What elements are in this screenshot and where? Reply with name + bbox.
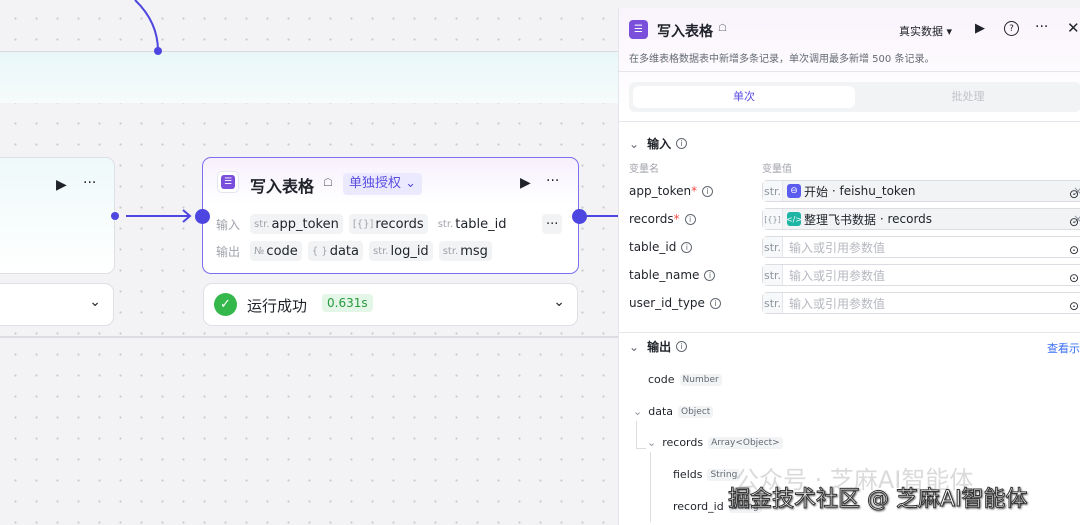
- table-icon: ☰: [217, 171, 239, 193]
- node-title: 写入表格: [250, 177, 315, 196]
- run-icon[interactable]: ▶: [520, 175, 531, 191]
- data-mode-label: 真实数据: [899, 25, 943, 38]
- node-detail-panel: ☰ 写入表格 ☖ 真实数据 ▾ ▶ ? ··· ✕ 在多维表格数据表中新增多条记…: [618, 8, 1080, 525]
- info-icon: i: [702, 185, 714, 197]
- connection-line: [587, 215, 618, 217]
- input-tag: [{}] records: [348, 214, 428, 234]
- more-icon[interactable]: ···: [1035, 19, 1048, 35]
- previous-node-status[interactable]: ⌄: [0, 283, 114, 326]
- output-section-header[interactable]: ⌄ 输出 i: [629, 338, 688, 355]
- field-label: app_token * i: [629, 184, 714, 198]
- info-icon: i: [676, 138, 688, 149]
- data-mode-dropdown[interactable]: 真实数据 ▾: [899, 23, 952, 39]
- output-item: code Number: [648, 373, 722, 386]
- output-item[interactable]: ⌄ data Object: [633, 405, 714, 418]
- output-label: 输出: [216, 244, 241, 259]
- output-tag: № code: [250, 241, 302, 261]
- info-icon: i: [676, 341, 688, 352]
- column-header-value: 变量值: [762, 164, 792, 175]
- more-icon[interactable]: ···: [83, 175, 96, 191]
- run-time-badge: 0.631s: [322, 294, 373, 312]
- panel-description: 在多维表格数据表中新增多条记录，单次调用最多新增 500 条记录。: [629, 54, 935, 65]
- auth-label: 单独授权: [349, 176, 402, 191]
- container-node-header[interactable]: [0, 51, 618, 103]
- input-section-header[interactable]: ⌄ 输入 i: [629, 135, 688, 152]
- info-icon: i: [704, 269, 716, 281]
- start-node-icon: ⊖: [787, 184, 801, 198]
- tab-batch[interactable]: 批处理: [855, 86, 1080, 108]
- run-status-bar[interactable]: ✓ 运行成功 0.631s ⌄: [203, 283, 578, 326]
- output-tag: str. log_id: [368, 241, 433, 261]
- view-example-link[interactable]: 查看示例: [1047, 340, 1080, 356]
- input-label: 输入: [216, 217, 241, 232]
- records-input[interactable]: [{}] </> 整理飞书数据 · records ×: [762, 208, 1080, 230]
- field-label: user_id_type i: [629, 296, 721, 310]
- plugin-icon: ☖: [323, 176, 333, 189]
- reference-icons[interactable]: ⊙ ⊙ ⊙ ⊙ ⊙: [1069, 180, 1079, 320]
- input-port[interactable]: [195, 209, 210, 224]
- table-name-input[interactable]: str. 输入或引用参数值: [762, 264, 1080, 286]
- more-inputs-button[interactable]: ···: [542, 214, 563, 234]
- table-id-input[interactable]: str. 输入或引用参数值: [762, 236, 1080, 258]
- info-icon: i: [681, 241, 693, 253]
- panel-title: 写入表格: [657, 24, 713, 40]
- run-icon[interactable]: ▶: [56, 177, 67, 193]
- tab-single[interactable]: 单次: [633, 86, 855, 108]
- success-check-icon: ✓: [214, 293, 237, 316]
- chevron-down-icon[interactable]: ⌄: [89, 294, 101, 310]
- inputs-row: 输入 str. app_token [{}] records str. table_i…: [216, 214, 517, 234]
- help-icon[interactable]: ?: [1004, 21, 1019, 36]
- outputs-row: 输出 № code { } data str. log_id str. msg: [216, 241, 498, 261]
- container-border: [0, 336, 618, 338]
- output-tag: str. msg: [438, 241, 492, 261]
- write-table-node[interactable]: ☰ 写入表格 ☖ 单独授权 ⌄ ▶ ··· 输入 str. app_token […: [202, 157, 579, 274]
- plugin-icon: ☖: [718, 23, 727, 34]
- port[interactable]: [154, 47, 162, 55]
- output-tag: { } data: [307, 241, 363, 261]
- info-icon: i: [709, 297, 721, 309]
- status-text: 运行成功: [247, 297, 308, 315]
- watermark: 掘金技术社区 @ 芝麻AI智能体: [728, 487, 1029, 513]
- chevron-down-icon[interactable]: ⌄: [553, 294, 565, 310]
- output-port[interactable]: [572, 209, 587, 224]
- field-label: records * i: [629, 212, 696, 226]
- app-token-input[interactable]: str. ⊖ 开始 · feishu_token ×: [762, 180, 1080, 202]
- user-id-type-input[interactable]: str. 输入或引用参数值: [762, 292, 1080, 314]
- column-header-name: 变量名: [629, 164, 659, 175]
- previous-node[interactable]: ▶ ···: [0, 157, 115, 274]
- output-item[interactable]: ⌄ records Array<Object>: [647, 436, 783, 449]
- close-icon[interactable]: ✕: [1067, 19, 1080, 37]
- field-label: table_id i: [629, 240, 693, 254]
- field-label: table_name i: [629, 268, 716, 282]
- output-port[interactable]: [111, 212, 119, 220]
- info-icon: i: [684, 213, 696, 225]
- workflow-canvas[interactable]: ▶ ··· ⌄ ☰ 写入表格 ☖ 单独授权 ⌄ ▶ ··· 输入 str. app…: [0, 0, 618, 525]
- auth-dropdown[interactable]: 单独授权 ⌄: [343, 173, 423, 195]
- table-icon: ☰: [629, 20, 648, 39]
- mode-tabs: 单次 批处理: [629, 82, 1080, 112]
- run-icon[interactable]: ▶: [975, 21, 985, 36]
- output-item: fields String: [673, 468, 741, 481]
- more-icon[interactable]: ···: [546, 173, 559, 189]
- code-node-icon: </>: [786, 212, 802, 226]
- input-tag: str. app_token: [250, 214, 343, 234]
- input-tag: str. table_id: [437, 216, 507, 232]
